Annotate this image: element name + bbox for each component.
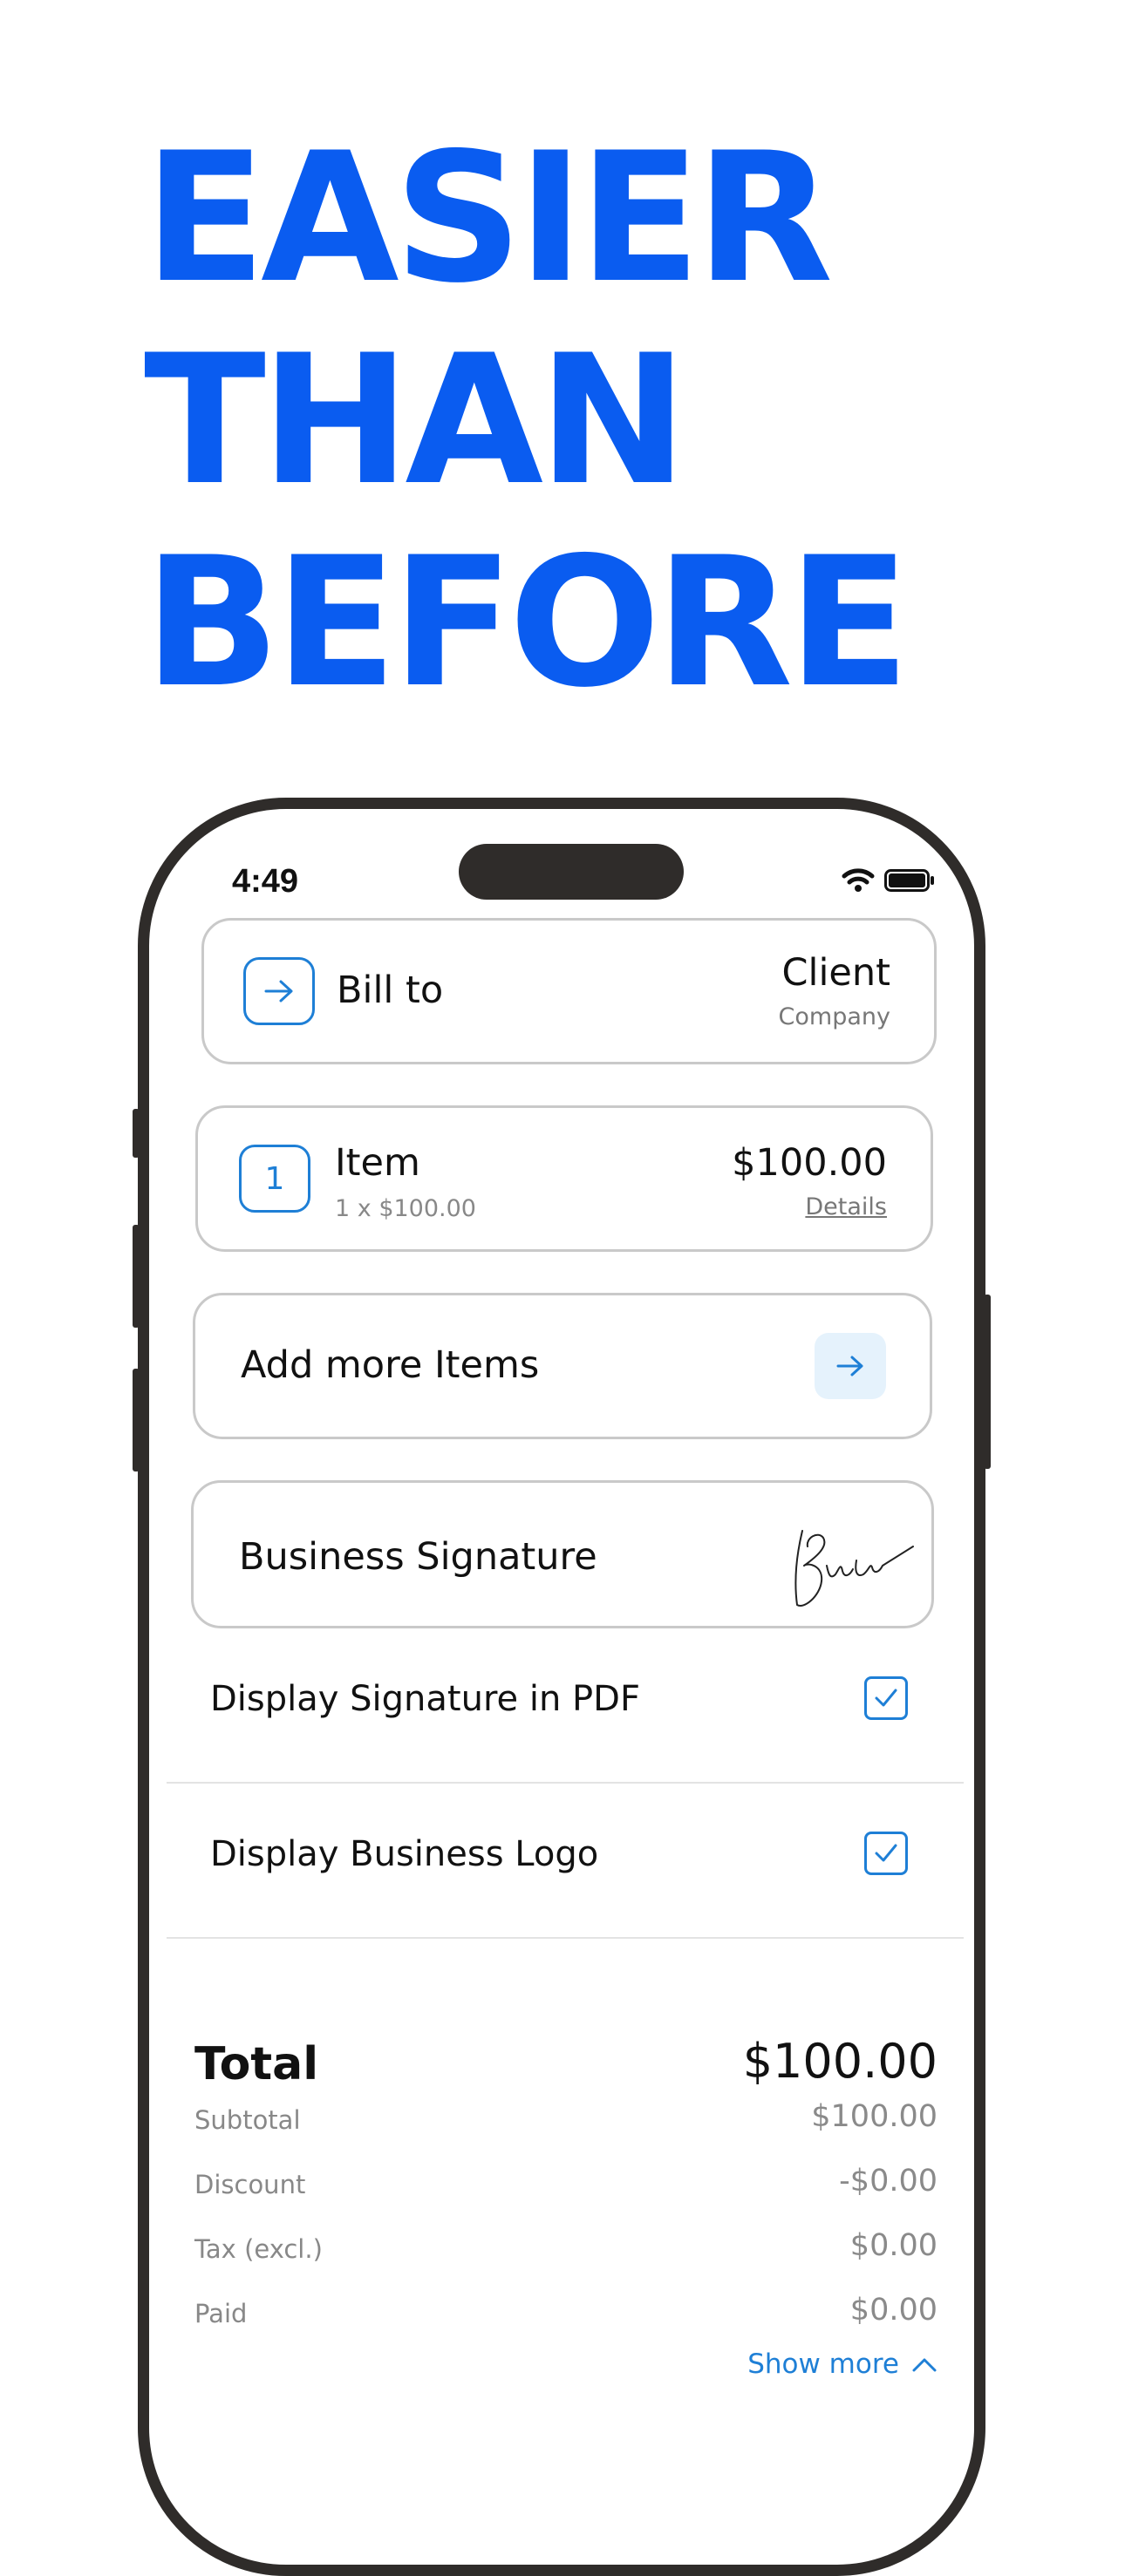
add-more-items-label: Add more Items [241, 1343, 540, 1387]
add-items-arrow-button[interactable] [815, 1333, 886, 1399]
tax-label: Tax (excl.) [194, 2234, 323, 2264]
checkmark-icon [875, 1844, 897, 1862]
arrow-right-icon [836, 1356, 863, 1376]
toggle-row-signature[interactable]: Display Signature in PDF [167, 1628, 964, 1784]
checkmark-icon [875, 1689, 897, 1707]
business-signature-label: Business Signature [239, 1535, 597, 1579]
item-card[interactable]: 1 Item 1 x $100.00 $100.00 Details [195, 1105, 933, 1252]
quantity-badge-value: 1 [264, 1160, 285, 1197]
wifi-icon [842, 868, 875, 892]
headline-line-1: EASIER [144, 115, 834, 323]
client-name: Client [781, 951, 891, 995]
item-name: Item [335, 1141, 420, 1185]
business-signature-card[interactable]: Business Signature [191, 1480, 934, 1628]
headline-line-2: THAN [144, 317, 688, 525]
total-value: $100.00 [742, 2034, 938, 2089]
add-more-items-card[interactable]: Add more Items [193, 1293, 932, 1439]
subtotal-value: $100.00 [811, 2099, 938, 2134]
item-details-link[interactable]: Details [805, 1193, 887, 1220]
phone-frame: 4:49 Bill to Client Company 1 Item 1 x $… [138, 798, 985, 2576]
display-logo-checkbox[interactable] [864, 1832, 908, 1875]
item-price: $100.00 [732, 1141, 887, 1185]
show-more-label: Show more [747, 2348, 899, 2380]
display-signature-checkbox[interactable] [864, 1676, 908, 1720]
display-signature-label: Display Signature in PDF [210, 1679, 640, 1719]
show-more-button[interactable]: Show more [747, 2348, 938, 2380]
bill-to-label: Bill to [337, 969, 444, 1012]
discount-label: Discount [194, 2170, 306, 2199]
bill-to-card[interactable]: Bill to Client Company [201, 918, 937, 1064]
paid-value: $0.00 [849, 2293, 938, 2328]
item-detail: 1 x $100.00 [335, 1195, 476, 1222]
tax-value: $0.00 [849, 2228, 938, 2263]
status-time: 4:49 [232, 863, 299, 900]
headline: EASIER THAN BEFORE [144, 115, 910, 727]
signature-image [794, 1530, 914, 1607]
quantity-badge: 1 [239, 1145, 310, 1213]
chevron-up-icon [912, 2358, 937, 2372]
subtotal-label: Subtotal [194, 2105, 301, 2135]
total-label: Total [194, 2038, 319, 2090]
paid-label: Paid [194, 2299, 248, 2328]
headline-line-3: BEFORE [144, 520, 910, 727]
dynamic-island [459, 844, 684, 900]
battery-icon [884, 869, 934, 892]
display-logo-label: Display Business Logo [210, 1834, 599, 1874]
toggle-row-logo[interactable]: Display Business Logo [167, 1784, 964, 1939]
discount-value: -$0.00 [839, 2164, 938, 2199]
client-company: Company [778, 1003, 890, 1030]
arrow-right-icon [243, 957, 315, 1025]
